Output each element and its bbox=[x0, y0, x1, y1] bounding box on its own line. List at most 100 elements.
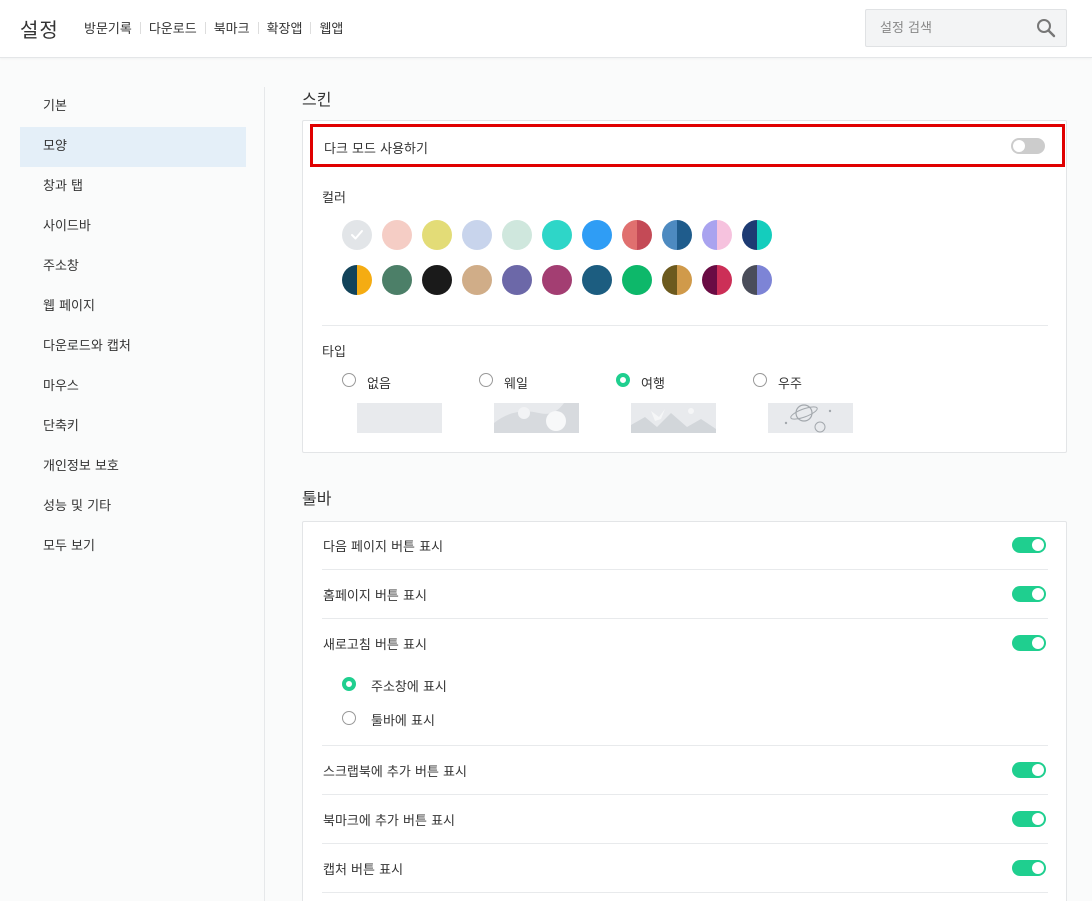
nav-downloads[interactable]: 다운로드 bbox=[149, 18, 197, 37]
color-swatch[interactable] bbox=[462, 220, 492, 250]
color-swatch[interactable] bbox=[462, 265, 492, 295]
skin-section-title: 스킨 bbox=[302, 90, 332, 109]
nav-webapps[interactable]: 웹앱 bbox=[319, 18, 343, 37]
type-label-whale: 웨일 bbox=[504, 377, 528, 392]
swatch-right-half bbox=[677, 265, 692, 295]
swatch-left-half bbox=[702, 265, 717, 295]
swatch-right-half bbox=[597, 265, 612, 295]
toggle-knob bbox=[1032, 588, 1044, 600]
swatch-left-half bbox=[462, 220, 477, 250]
toolbar-row-next-page: 다음 페이지 버튼 표시 bbox=[302, 521, 1066, 570]
capture-toggle[interactable] bbox=[1012, 860, 1046, 876]
swatch-left-half bbox=[542, 265, 557, 295]
type-thumbnail-space[interactable] bbox=[768, 403, 853, 433]
color-swatch[interactable] bbox=[702, 265, 732, 295]
type-thumbnail-travel[interactable] bbox=[631, 403, 716, 433]
type-thumbnail-whale[interactable] bbox=[494, 403, 579, 433]
sidebar-item-view-all[interactable]: 모두 보기 bbox=[20, 527, 246, 567]
type-radio-none[interactable] bbox=[342, 373, 356, 387]
color-swatch[interactable] bbox=[662, 265, 692, 295]
nav-bookmarks[interactable]: 북마크 bbox=[214, 18, 250, 37]
bookmark-toggle[interactable] bbox=[1012, 811, 1046, 827]
swatch-right-half bbox=[477, 220, 492, 250]
swatch-left-half bbox=[622, 220, 637, 250]
swatch-left-half bbox=[382, 265, 397, 295]
color-swatch[interactable] bbox=[502, 265, 532, 295]
dark-mode-toggle[interactable] bbox=[1011, 138, 1045, 154]
swatch-right-half bbox=[717, 220, 732, 250]
swatch-right-half bbox=[637, 220, 652, 250]
header: 설정 방문기록 다운로드 북마크 확장앱 웹앱 bbox=[0, 0, 1092, 58]
color-swatch[interactable] bbox=[662, 220, 692, 250]
swatch-left-half bbox=[422, 220, 437, 250]
swatch-right-half bbox=[517, 220, 532, 250]
color-swatch[interactable] bbox=[382, 220, 412, 250]
color-swatch[interactable] bbox=[702, 220, 732, 250]
type-label-space: 우주 bbox=[778, 377, 802, 392]
nav-separator bbox=[257, 21, 259, 34]
swatch-left-half bbox=[742, 265, 757, 295]
refresh-radio-toolbar[interactable] bbox=[342, 711, 356, 725]
swatch-right-half bbox=[717, 265, 732, 295]
next-page-toggle[interactable] bbox=[1012, 537, 1046, 553]
toggle-knob bbox=[1032, 764, 1044, 776]
scrapbook-toggle[interactable] bbox=[1012, 762, 1046, 778]
toggle-knob bbox=[1013, 140, 1025, 152]
capture-label: 캡처 버튼 표시 bbox=[323, 863, 404, 878]
color-swatch[interactable] bbox=[422, 265, 452, 295]
color-swatch[interactable] bbox=[342, 265, 372, 295]
swatch-right-half bbox=[397, 220, 412, 250]
swatch-left-half bbox=[382, 220, 397, 250]
sidebar-item-shortcuts[interactable]: 단축키 bbox=[20, 407, 246, 447]
type-thumbnail-none[interactable] bbox=[357, 403, 442, 433]
swatch-left-half bbox=[662, 220, 677, 250]
color-swatch[interactable] bbox=[742, 220, 772, 250]
bookmark-label: 북마크에 추가 버튼 표시 bbox=[323, 814, 455, 829]
color-swatch[interactable] bbox=[582, 265, 612, 295]
sidebar-item-basic[interactable]: 기본 bbox=[20, 87, 246, 127]
color-swatch[interactable] bbox=[542, 265, 572, 295]
type-label: 타입 bbox=[322, 345, 346, 360]
sidebar-item-download-capture[interactable]: 다운로드와 캡처 bbox=[20, 327, 246, 367]
swatch-left-half bbox=[582, 265, 597, 295]
type-radio-whale[interactable] bbox=[479, 373, 493, 387]
swatch-left-half bbox=[462, 265, 477, 295]
sidebar-item-web-page[interactable]: 웹 페이지 bbox=[20, 287, 246, 327]
color-swatch[interactable] bbox=[622, 220, 652, 250]
sidebar-item-sidebar[interactable]: 사이드바 bbox=[20, 207, 246, 247]
nav-separator bbox=[204, 21, 206, 34]
nav-extensions[interactable]: 확장앱 bbox=[267, 18, 303, 37]
color-swatch[interactable] bbox=[742, 265, 772, 295]
refresh-radio-address-bar[interactable] bbox=[342, 677, 356, 691]
color-swatch[interactable] bbox=[502, 220, 532, 250]
header-nav: 방문기록 다운로드 북마크 확장앱 웹앱 bbox=[84, 18, 343, 37]
refresh-option-toolbar: 툴바에 표시 bbox=[371, 714, 435, 729]
nav-separator bbox=[310, 21, 312, 34]
nav-history[interactable]: 방문기록 bbox=[84, 18, 132, 37]
color-swatch[interactable] bbox=[542, 220, 572, 250]
search-input[interactable] bbox=[866, 10, 1026, 46]
sidebar-item-performance[interactable]: 성능 및 기타 bbox=[20, 487, 246, 527]
sidebar-item-mouse[interactable]: 마우스 bbox=[20, 367, 246, 407]
swatch-right-half bbox=[637, 265, 652, 295]
sidebar-item-appearance[interactable]: 모양 bbox=[20, 127, 246, 167]
type-radio-space[interactable] bbox=[753, 373, 767, 387]
swatch-right-half bbox=[597, 220, 612, 250]
type-radio-travel[interactable] bbox=[616, 373, 630, 387]
color-swatch[interactable] bbox=[422, 220, 452, 250]
color-swatch[interactable] bbox=[582, 220, 612, 250]
refresh-toggle[interactable] bbox=[1012, 635, 1046, 651]
refresh-label: 새로고침 버튼 표시 bbox=[323, 638, 427, 653]
swatch-right-half bbox=[557, 220, 572, 250]
color-swatch[interactable] bbox=[342, 220, 372, 250]
search-icon[interactable] bbox=[1036, 18, 1056, 38]
sidebar-item-privacy[interactable]: 개인정보 보호 bbox=[20, 447, 246, 487]
swatch-right-half bbox=[437, 265, 452, 295]
color-swatch[interactable] bbox=[382, 265, 412, 295]
sidebar-item-address-bar[interactable]: 주소창 bbox=[20, 247, 246, 287]
swatch-right-half bbox=[757, 265, 772, 295]
sidebar-item-windows-tabs[interactable]: 창과 탭 bbox=[20, 167, 246, 207]
homepage-toggle[interactable] bbox=[1012, 586, 1046, 602]
swatch-left-half bbox=[662, 265, 677, 295]
color-swatch[interactable] bbox=[622, 265, 652, 295]
